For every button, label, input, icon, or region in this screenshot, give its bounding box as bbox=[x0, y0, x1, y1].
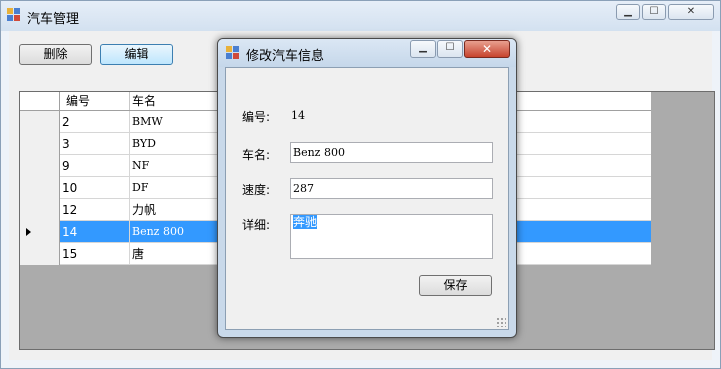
row-header[interactable] bbox=[20, 221, 60, 243]
minimize-icon: ▁ bbox=[624, 6, 632, 17]
close-button[interactable]: ✕ bbox=[668, 4, 714, 20]
app-icon bbox=[7, 8, 21, 22]
cell-id[interactable]: 10 bbox=[60, 177, 130, 199]
row-header[interactable] bbox=[20, 133, 60, 155]
dialog-titlebar[interactable]: 修改汽车信息 ▁ ☐ ✕ bbox=[218, 39, 516, 67]
name-label: 车名: bbox=[242, 148, 271, 162]
edit-car-dialog: 修改汽车信息 ▁ ☐ ✕ 编号: 14 车名: Benz 800 速度: 287… bbox=[217, 38, 517, 338]
detail-label: 详细: bbox=[242, 218, 271, 232]
grid-corner-header[interactable] bbox=[20, 92, 60, 110]
detail-selected-text: 奔驰 bbox=[293, 215, 318, 229]
speed-field[interactable]: 287 bbox=[290, 178, 493, 199]
delete-button[interactable]: 删除 bbox=[19, 44, 92, 65]
dialog-client-area: 编号: 14 车名: Benz 800 速度: 287 详细: 奔驰 保存 bbox=[225, 67, 509, 330]
maximize-icon: ☐ bbox=[649, 6, 659, 17]
row-header[interactable] bbox=[20, 177, 60, 199]
row-selector-arrow-icon bbox=[26, 228, 31, 236]
row-header[interactable] bbox=[20, 155, 60, 177]
minimize-icon: ▁ bbox=[419, 42, 427, 53]
main-titlebar: 汽车管理 ▁ ☐ ✕ bbox=[1, 1, 720, 31]
minimize-button[interactable]: ▁ bbox=[616, 4, 640, 20]
column-header-id[interactable]: 编号 bbox=[60, 92, 130, 110]
row-header[interactable] bbox=[20, 111, 60, 133]
cell-id[interactable]: 14 bbox=[60, 221, 130, 243]
cell-id[interactable]: 12 bbox=[60, 199, 130, 221]
cell-id[interactable]: 9 bbox=[60, 155, 130, 177]
main-window-title: 汽车管理 bbox=[27, 12, 80, 27]
name-field[interactable]: Benz 800 bbox=[290, 142, 493, 163]
detail-textarea[interactable]: 奔驰 bbox=[290, 214, 493, 259]
maximize-button[interactable]: ☐ bbox=[642, 4, 666, 20]
dialog-close-button[interactable]: ✕ bbox=[464, 40, 510, 58]
cell-id[interactable]: 2 bbox=[60, 111, 130, 133]
save-button[interactable]: 保存 bbox=[419, 275, 492, 296]
edit-button[interactable]: 编辑 bbox=[100, 44, 173, 65]
speed-label: 速度: bbox=[242, 183, 271, 197]
cell-id[interactable]: 15 bbox=[60, 243, 130, 265]
id-label: 编号: bbox=[242, 110, 271, 124]
dialog-maximize-button[interactable]: ☐ bbox=[437, 40, 463, 58]
close-icon: ✕ bbox=[481, 42, 493, 56]
id-value: 14 bbox=[291, 109, 305, 122]
dialog-title: 修改汽车信息 bbox=[246, 49, 325, 64]
cell-id[interactable]: 3 bbox=[60, 133, 130, 155]
maximize-icon: ☐ bbox=[445, 42, 455, 53]
close-icon: ✕ bbox=[686, 6, 696, 17]
dialog-app-icon bbox=[226, 46, 240, 60]
size-grip-icon[interactable] bbox=[496, 317, 506, 327]
row-header[interactable] bbox=[20, 199, 60, 221]
row-header[interactable] bbox=[20, 243, 60, 265]
dialog-minimize-button[interactable]: ▁ bbox=[410, 40, 436, 58]
